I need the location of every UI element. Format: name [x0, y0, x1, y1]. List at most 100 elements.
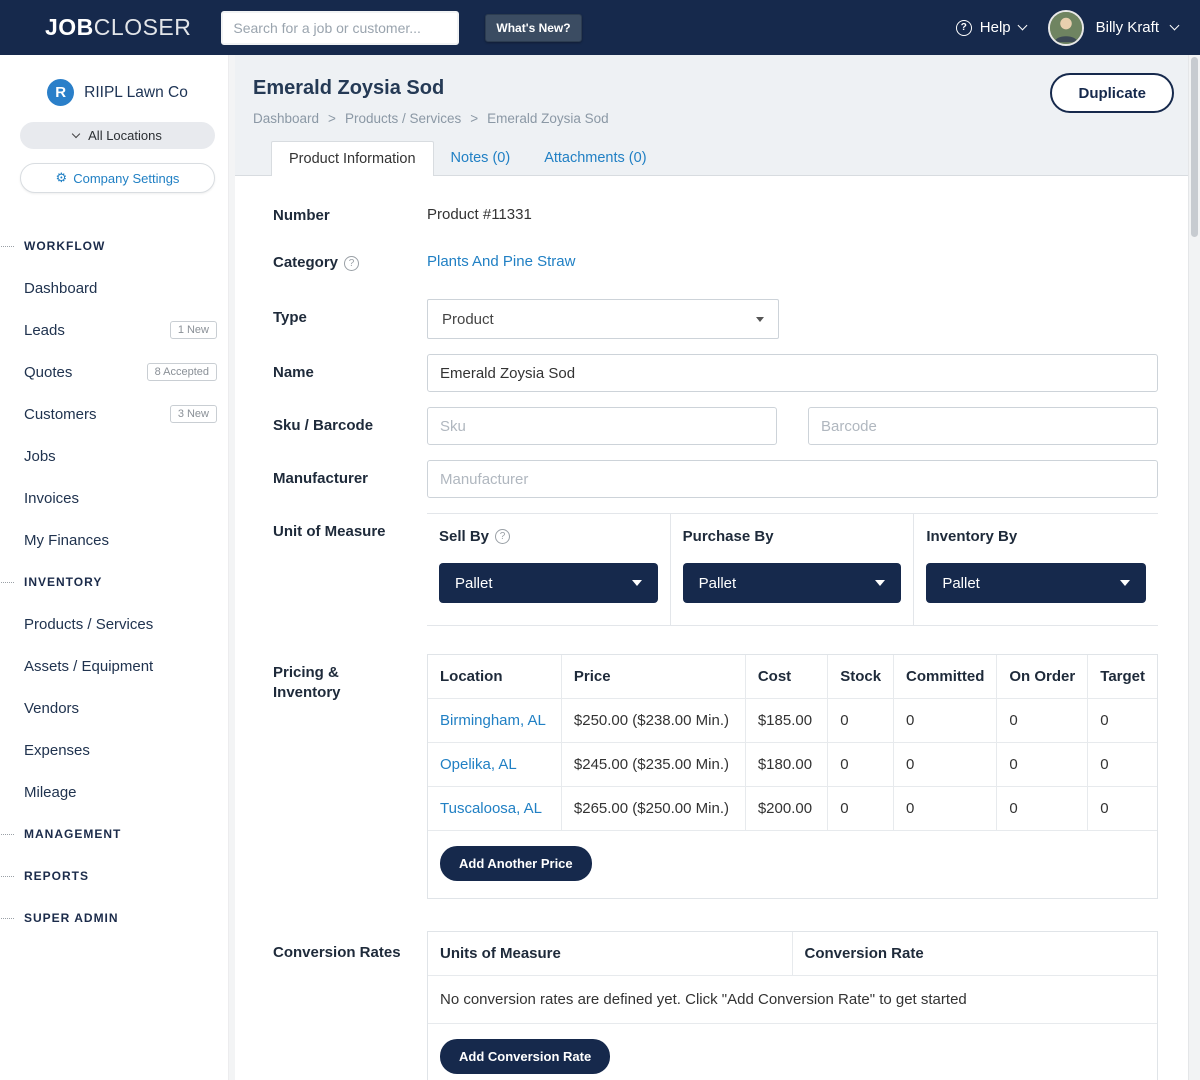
tab-attachments[interactable]: Attachments (0)	[527, 141, 663, 175]
breadcrumb: Dashboard > Products / Services > Emeral…	[253, 111, 1188, 126]
inventory-by-header: Inventory By	[926, 528, 1146, 545]
target-cell: 0	[1088, 787, 1157, 831]
stock-cell: 0	[828, 699, 894, 743]
app-logo[interactable]: JOBCLOSER	[45, 14, 191, 41]
stock-cell: 0	[828, 787, 894, 831]
breadcrumb-dashboard[interactable]: Dashboard	[253, 111, 319, 126]
sidebar-item-my-finances[interactable]: My Finances	[0, 519, 235, 561]
nav-item-label: Assets / Equipment	[24, 658, 153, 675]
tab-notes[interactable]: Notes (0)	[434, 141, 528, 175]
sidebar-item-quotes[interactable]: Quotes8 Accepted	[0, 351, 235, 393]
whats-new-button[interactable]: What's New?	[485, 14, 581, 42]
manufacturer-input[interactable]	[427, 460, 1158, 498]
company-logo: R	[47, 79, 74, 106]
sidebar-nav: WORKFLOW Dashboard Leads1 New Quotes8 Ac…	[0, 225, 235, 939]
page-header: Emerald Zoysia Sod Dashboard > Products …	[235, 55, 1188, 175]
tab-product-information[interactable]: Product Information	[271, 141, 434, 176]
section-dash	[1, 246, 14, 247]
price-cell: $250.00 ($238.00 Min.)	[561, 699, 745, 743]
help-label: Help	[980, 19, 1011, 36]
section-header-workflow[interactable]: WORKFLOW	[0, 225, 235, 267]
leads-badge: 1 New	[170, 321, 217, 339]
location-link-opelika[interactable]: Opelika, AL	[440, 756, 517, 773]
sidebar-item-vendors[interactable]: Vendors	[0, 687, 235, 729]
sidebar-scrollbar[interactable]	[228, 55, 235, 1080]
nav-item-label: My Finances	[24, 532, 109, 549]
sell-by-value: Pallet	[455, 575, 493, 592]
barcode-input[interactable]	[808, 407, 1158, 445]
unit-of-measure-label: Unit of Measure	[273, 513, 427, 542]
sell-by-header: Sell By?	[439, 528, 658, 545]
price-cell: $245.00 ($235.00 Min.)	[561, 743, 745, 787]
on-order-cell: 0	[997, 699, 1088, 743]
sidebar: R RIIPL Lawn Co All Locations ⚙ Company …	[0, 55, 235, 1080]
sidebar-item-mileage[interactable]: Mileage	[0, 771, 235, 813]
conversion-rates-label: Conversion Rates	[273, 931, 427, 963]
company-settings-label: Company Settings	[73, 171, 179, 186]
target-cell: 0	[1088, 743, 1157, 787]
pricing-label-line2: Inventory	[273, 683, 427, 703]
breadcrumb-current: Emerald Zoysia Sod	[487, 111, 609, 126]
col-committed: Committed	[894, 655, 997, 699]
cost-cell: $185.00	[745, 699, 827, 743]
chevron-down-icon	[756, 317, 764, 322]
sell-by-help-icon[interactable]: ?	[495, 529, 510, 544]
breadcrumb-products-services[interactable]: Products / Services	[345, 111, 461, 126]
locations-label: All Locations	[88, 128, 162, 143]
nav-item-label: Mileage	[24, 784, 77, 801]
name-row: Name	[273, 354, 1158, 392]
unit-of-measure-table: Sell By? Pallet Purchase By	[427, 513, 1158, 626]
section-label: REPORTS	[24, 869, 89, 883]
unit-of-measure-row: Unit of Measure Sell By? Pallet	[273, 513, 1158, 626]
page-title: Emerald Zoysia Sod	[253, 77, 1188, 100]
sidebar-item-jobs[interactable]: Jobs	[0, 435, 235, 477]
company-settings-button[interactable]: ⚙ Company Settings	[20, 163, 215, 193]
sidebar-item-assets-equipment[interactable]: Assets / Equipment	[0, 645, 235, 687]
global-search-input[interactable]	[221, 11, 459, 45]
cost-cell: $200.00	[745, 787, 827, 831]
category-label-text: Category	[273, 254, 338, 271]
sidebar-item-leads[interactable]: Leads1 New	[0, 309, 235, 351]
price-cell: $265.00 ($250.00 Min.)	[561, 787, 745, 831]
user-menu[interactable]: Billy Kraft	[1048, 10, 1178, 46]
all-locations-dropdown[interactable]: All Locations	[20, 122, 215, 149]
category-link[interactable]: Plants And Pine Straw	[427, 253, 575, 270]
duplicate-button[interactable]: Duplicate	[1050, 73, 1174, 113]
section-header-reports[interactable]: REPORTS	[0, 855, 235, 897]
chevron-down-icon	[875, 580, 885, 586]
name-input[interactable]	[427, 354, 1158, 392]
location-link-tuscaloosa[interactable]: Tuscaloosa, AL	[440, 800, 542, 817]
sidebar-item-dashboard[interactable]: Dashboard	[0, 267, 235, 309]
sell-by-select[interactable]: Pallet	[439, 563, 658, 603]
committed-cell: 0	[894, 787, 997, 831]
scrollbar-thumb[interactable]	[1191, 57, 1198, 237]
cost-cell: $180.00	[745, 743, 827, 787]
col-conversion-rate: Conversion Rate	[793, 932, 1158, 975]
sidebar-item-customers[interactable]: Customers3 New	[0, 393, 235, 435]
section-header-super-admin[interactable]: SUPER ADMIN	[0, 897, 235, 939]
section-label: MANAGEMENT	[24, 827, 121, 841]
page-scrollbar[interactable]	[1188, 55, 1200, 1080]
company-selector[interactable]: R RIIPL Lawn Co	[0, 79, 235, 106]
nav-item-label: Vendors	[24, 700, 79, 717]
add-another-price-button[interactable]: Add Another Price	[440, 846, 592, 881]
inventory-by-select[interactable]: Pallet	[926, 563, 1146, 603]
sidebar-item-expenses[interactable]: Expenses	[0, 729, 235, 771]
on-order-cell: 0	[997, 787, 1088, 831]
inventory-by-value: Pallet	[942, 575, 980, 592]
pricing-header-row: Location Price Cost Stock Committed On O…	[428, 655, 1157, 699]
add-conversion-rate-button[interactable]: Add Conversion Rate	[440, 1039, 610, 1074]
purchase-by-select[interactable]: Pallet	[683, 563, 902, 603]
section-dash	[1, 834, 14, 835]
type-select[interactable]: Product	[427, 299, 779, 339]
help-menu[interactable]: ? Help	[956, 19, 1026, 36]
sidebar-item-invoices[interactable]: Invoices	[0, 477, 235, 519]
category-help-icon[interactable]: ?	[344, 256, 359, 271]
sku-barcode-label: Sku / Barcode	[273, 407, 427, 436]
location-link-birmingham[interactable]: Birmingham, AL	[440, 712, 546, 729]
section-header-management[interactable]: MANAGEMENT	[0, 813, 235, 855]
section-header-inventory[interactable]: INVENTORY	[0, 561, 235, 603]
sidebar-item-products-services[interactable]: Products / Services	[0, 603, 235, 645]
sku-input[interactable]	[427, 407, 777, 445]
nav-item-label: Jobs	[24, 448, 56, 465]
